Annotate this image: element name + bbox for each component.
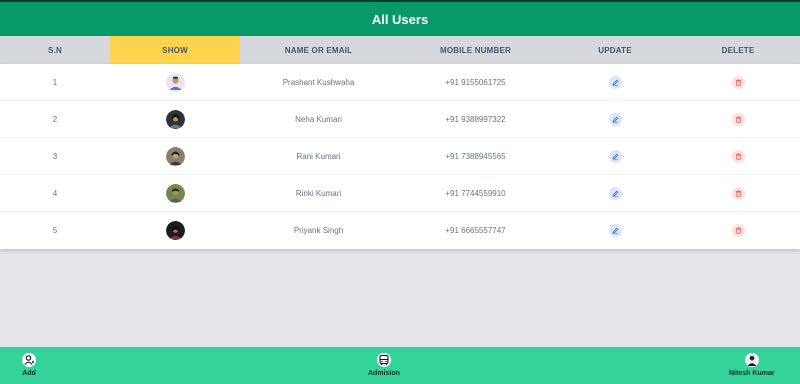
nav-profile[interactable]: Nitesh Kumar xyxy=(729,353,775,377)
table-row: 4 Rinki Kumari +91 7744559910 xyxy=(0,175,800,212)
trash-icon xyxy=(735,153,741,160)
column-header-mobile: MOBILE NUMBER xyxy=(439,45,512,55)
row-serial: 3 xyxy=(52,152,58,161)
user-name: Rinki Kumari xyxy=(295,189,342,198)
users-table-body: 1 Prashant Kushwaha +91 9155061725 2 Neh… xyxy=(0,64,800,249)
delete-button[interactable] xyxy=(731,113,745,126)
pencil-icon xyxy=(611,116,618,123)
table-row: 5 Priyank Singh +91 6665557747 xyxy=(0,212,800,249)
avatar[interactable] xyxy=(165,147,185,166)
table-row: 2 Neha Kumari +91 9388997322 xyxy=(0,101,800,138)
user-name: Neha Kumari xyxy=(295,115,342,124)
user-name: Prashant Kushwaha xyxy=(282,78,355,87)
user-mobile: +91 7744559910 xyxy=(445,189,506,198)
trash-icon xyxy=(735,227,741,234)
nav-add[interactable]: Add xyxy=(22,353,36,377)
row-serial: 5 xyxy=(52,226,58,235)
nav-profile-label: Nitesh Kumar xyxy=(729,370,775,377)
column-header-delete: DELETE xyxy=(721,45,755,55)
avatar[interactable] xyxy=(165,221,185,240)
pencil-icon xyxy=(611,153,618,160)
trash-icon xyxy=(735,116,741,123)
row-serial: 2 xyxy=(52,115,58,124)
edit-button[interactable] xyxy=(608,224,622,237)
row-serial: 4 xyxy=(52,189,58,198)
table-row: 3 Rani Kumari +91 7388945565 xyxy=(0,138,800,175)
edit-button[interactable] xyxy=(608,187,622,200)
user-icon xyxy=(22,353,36,367)
nav-admission[interactable]: Admision xyxy=(368,353,400,377)
delete-button[interactable] xyxy=(731,76,745,89)
avatar xyxy=(744,353,759,367)
edit-button[interactable] xyxy=(608,113,622,126)
user-mobile: +91 6665557747 xyxy=(445,226,506,235)
row-serial: 1 xyxy=(52,78,58,87)
edit-button[interactable] xyxy=(608,150,622,163)
column-header-show[interactable]: SHOW xyxy=(110,36,240,64)
page-title: All Users xyxy=(371,11,429,27)
delete-button[interactable] xyxy=(731,150,745,163)
trash-icon xyxy=(735,190,741,197)
user-mobile: +91 9388997322 xyxy=(445,115,506,124)
user-name: Priyank Singh xyxy=(293,226,344,235)
nav-add-label: Add xyxy=(22,370,36,377)
avatar[interactable] xyxy=(165,73,185,92)
pencil-icon xyxy=(611,190,618,197)
trash-icon xyxy=(735,79,741,86)
delete-button[interactable] xyxy=(731,187,745,200)
pencil-icon xyxy=(611,79,618,86)
table-header: S.N SHOW NAME OR EMAIL MOBILE NUMBER UPD… xyxy=(0,36,800,64)
avatar[interactable] xyxy=(165,110,185,129)
delete-button[interactable] xyxy=(731,224,745,237)
bottom-nav: Add Admision Nitesh Kumar xyxy=(0,347,800,384)
edit-button[interactable] xyxy=(608,76,622,89)
pencil-icon xyxy=(611,227,618,234)
user-mobile: +91 9155061725 xyxy=(445,78,506,87)
column-header-name: NAME OR EMAIL xyxy=(284,45,353,55)
column-header-sn: S.N xyxy=(48,45,62,55)
bus-icon xyxy=(376,353,391,367)
user-name: Rani Kumari xyxy=(296,152,341,161)
page-header: All Users xyxy=(0,2,800,36)
user-mobile: +91 7388945565 xyxy=(445,152,506,161)
nav-admission-label: Admision xyxy=(368,370,400,377)
table-row: 1 Prashant Kushwaha +91 9155061725 xyxy=(0,64,800,101)
avatar[interactable] xyxy=(165,184,185,203)
column-header-update: UPDATE xyxy=(598,45,632,55)
